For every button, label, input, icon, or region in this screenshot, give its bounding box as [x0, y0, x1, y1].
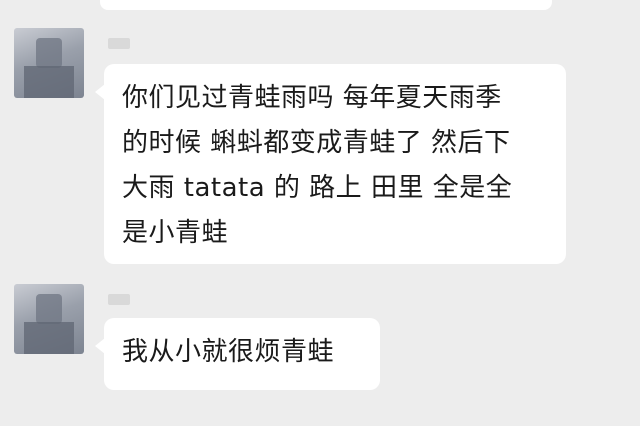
message-text: 你们见过青蛙雨吗 每年夏天雨季 的时候 蝌蚪都变成青蛙了 然后下 大雨 tata…: [122, 83, 513, 248]
message-bubble[interactable]: 我从小就很烦青蛙: [95, 318, 380, 390]
avatar[interactable]: [14, 28, 84, 98]
message-text: 我从小就很烦青蛙: [122, 337, 335, 367]
previous-message-bubble-edge: [100, 0, 552, 10]
message-bubble[interactable]: 你们见过青蛙雨吗 每年夏天雨季 的时候 蝌蚪都变成青蛙了 然后下 大雨 tata…: [95, 64, 566, 264]
avatar[interactable]: [14, 284, 84, 354]
avatar-blur: [24, 66, 74, 98]
avatar-blur: [24, 322, 74, 354]
nickname-placeholder: [108, 294, 130, 305]
nickname-placeholder: [108, 38, 130, 49]
avatar-blur: [36, 294, 62, 324]
avatar-blur: [36, 38, 62, 68]
